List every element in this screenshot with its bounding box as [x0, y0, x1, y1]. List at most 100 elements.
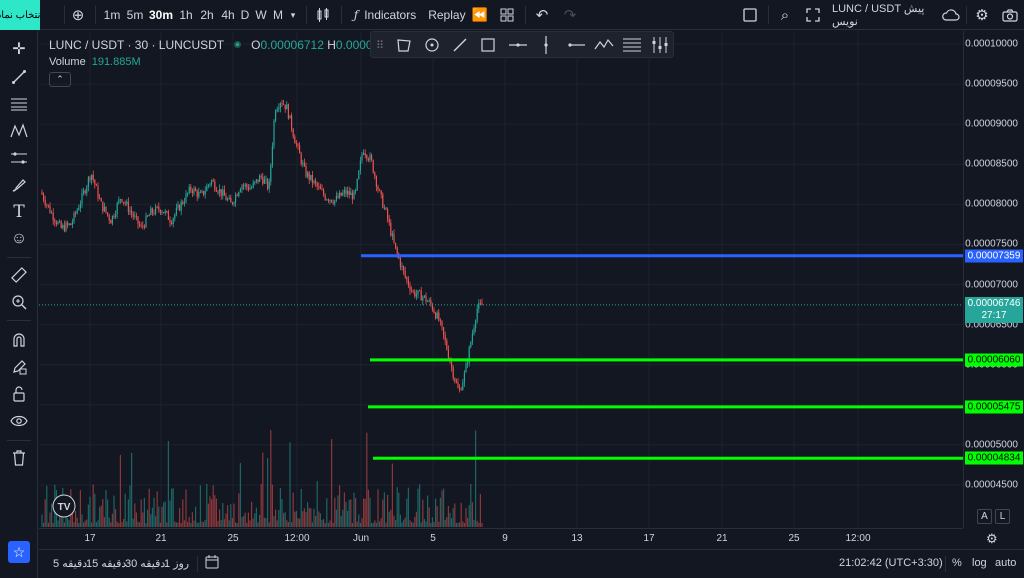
legend-symbol[interactable]: LUNC / USDT · 30 · LUNCUSDT — [49, 38, 224, 52]
auto-scale-toggle[interactable]: auto — [995, 557, 1016, 569]
path-tool-icon[interactable] — [591, 33, 617, 57]
drag-handle-icon[interactable]: ⠿ — [373, 33, 387, 57]
volume-bar — [110, 522, 112, 527]
price-level-label[interactable]: 0.00005475 — [965, 400, 1023, 414]
pattern-icon[interactable] — [5, 119, 33, 143]
undo-icon[interactable]: ↶ — [532, 0, 552, 30]
interval-d[interactable]: D — [238, 0, 252, 30]
lock-icon[interactable] — [5, 382, 33, 406]
candle-body — [441, 320, 443, 328]
text-tool-icon[interactable]: T — [5, 200, 33, 224]
layout-title[interactable]: LUNC / USDT پیش نویس — [832, 0, 938, 30]
layout-grid-icon[interactable] — [497, 0, 517, 30]
candle-body — [191, 190, 193, 194]
interval-5m[interactable]: 5m — [125, 0, 145, 30]
log-scale-button[interactable]: L — [995, 509, 1010, 524]
candle-body — [452, 367, 454, 379]
interval-1h[interactable]: 1h — [176, 0, 196, 30]
candle-body — [73, 212, 75, 222]
volume-bar — [350, 499, 352, 527]
horizontal-line-icon[interactable] — [505, 33, 531, 57]
candle-body — [123, 201, 125, 203]
auto-scale-button[interactable]: A — [977, 509, 992, 524]
interval-w[interactable]: W — [254, 0, 268, 30]
volume-legend: Volume 191.885M — [49, 56, 141, 68]
expand-icon[interactable] — [803, 0, 823, 30]
prediction-icon[interactable] — [5, 146, 33, 170]
volume-label[interactable]: Volume — [49, 56, 86, 68]
range-1-day[interactable]: 1 روز — [164, 557, 189, 570]
brush-icon[interactable] — [5, 173, 33, 197]
candle-body — [339, 192, 341, 198]
crosshair-icon[interactable]: ✛ — [5, 37, 33, 61]
volume-bar — [150, 514, 152, 527]
interval-2h[interactable]: 2h — [197, 0, 217, 30]
interval-dropdown-icon[interactable]: ▾ — [288, 0, 298, 30]
log-scale-toggle[interactable]: log — [972, 557, 987, 569]
candle-body — [204, 191, 206, 195]
candle-body — [217, 191, 219, 193]
clock-timezone[interactable]: 21:02:42 (UTC+3:30) — [839, 557, 943, 569]
toolbar-divider — [525, 6, 526, 24]
range-15-minutes[interactable]: 15 دقیقه — [86, 557, 126, 570]
symbol-search-button[interactable]: انتخاب نماد — [0, 0, 40, 30]
horizontal-ray-icon[interactable] — [563, 33, 589, 57]
price-level-label[interactable]: 0.00004834 — [965, 451, 1023, 465]
bottom-divider — [197, 556, 198, 572]
candle-body — [425, 295, 427, 302]
trend-line-icon[interactable] — [5, 65, 33, 89]
volume-bar — [321, 519, 323, 527]
price-level-label[interactable]: 0.00007359 — [965, 249, 1023, 263]
ruler-icon[interactable] — [5, 263, 33, 287]
circle-tool-icon[interactable] — [419, 33, 445, 57]
interval-1m[interactable]: 1m — [102, 0, 122, 30]
favorites-star-icon[interactable]: ☆ — [8, 541, 30, 563]
interval-30m[interactable]: 30m — [149, 0, 173, 30]
percent-scale-toggle[interactable]: % — [952, 557, 962, 569]
magnet-icon[interactable] — [5, 328, 33, 352]
interval-m[interactable]: M — [271, 0, 285, 30]
price-level-label[interactable]: 0.00006060 — [965, 353, 1023, 367]
axis-settings-gear-icon[interactable]: ⚙ — [986, 531, 998, 547]
add-symbol-icon[interactable]: ⊕ — [68, 0, 88, 30]
candle-body — [139, 224, 141, 226]
volume-bar — [204, 519, 206, 527]
calendar-icon[interactable] — [205, 555, 219, 572]
quick-search-icon[interactable]: ⌕ — [775, 0, 795, 30]
collapse-legend-button[interactable]: ⌃ — [49, 72, 71, 87]
zoom-in-icon[interactable] — [5, 290, 33, 314]
price-tick-label: 0.00010000 — [965, 38, 1018, 50]
line-tool-icon[interactable] — [447, 33, 473, 57]
price-chart-canvas[interactable]: TV — [39, 31, 963, 528]
indicators-button[interactable]: ƒ Indicators — [350, 0, 420, 30]
redo-icon[interactable]: ↷ — [560, 0, 580, 30]
volume-bar — [156, 491, 158, 527]
candle-body — [299, 145, 301, 154]
range-30-minutes[interactable]: 30 دقیقه — [125, 557, 165, 570]
time-tick-label: 17 — [84, 533, 96, 544]
eye-icon[interactable] — [5, 409, 33, 433]
fib-levels-icon[interactable] — [619, 33, 645, 57]
long-position-icon[interactable] — [647, 33, 673, 57]
fib-retracement-icon[interactable] — [5, 92, 33, 116]
rectangle-tool-icon[interactable] — [475, 33, 501, 57]
range-5-minutes[interactable]: 5 دقیقه — [53, 557, 87, 570]
chart-pane[interactable]: TV LUNC / USDT · 30 · LUNCUSDT O0.0000671… — [39, 31, 963, 528]
camera-icon[interactable] — [1000, 0, 1020, 30]
candle-style-icon[interactable] — [313, 0, 333, 30]
replay-button[interactable]: Replay ⏪ — [428, 0, 488, 30]
candle-body — [262, 176, 264, 184]
settings-gear-icon[interactable]: ⚙ — [972, 0, 992, 30]
current-price-label[interactable]: 0.00006746 27:17 — [965, 296, 1023, 323]
lock-drawing-pencil-icon[interactable] — [5, 355, 33, 379]
polygon-tool-icon[interactable] — [391, 33, 417, 57]
trash-icon[interactable] — [5, 446, 33, 470]
fullscreen-square-icon[interactable] — [740, 0, 760, 30]
cloud-save-icon[interactable] — [940, 0, 962, 30]
time-axis[interactable]: 17 21 25 12:00 Jun 5 9 13 17 21 25 12:00 — [39, 528, 963, 548]
interval-4h[interactable]: 4h — [218, 0, 238, 30]
tradingview-logo-icon[interactable]: TV — [52, 494, 76, 518]
emoji-icon[interactable]: ☺ — [5, 227, 33, 251]
price-axis[interactable]: 0.00010000 0.00009500 0.00009000 0.00008500… — [963, 31, 1024, 528]
vertical-line-icon[interactable] — [533, 33, 559, 57]
